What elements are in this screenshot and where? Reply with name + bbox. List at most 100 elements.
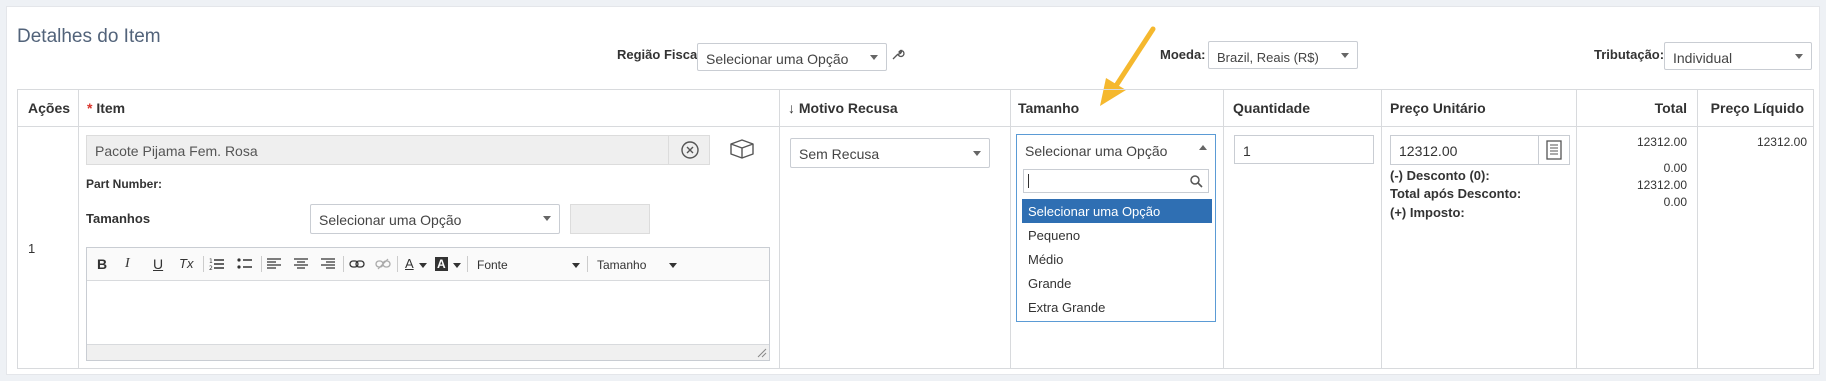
tamanho-dropdown[interactable]: Selecionar uma Opção Selecionar uma Opçã… <box>1016 134 1216 322</box>
tributacao-label: Tributação: <box>1594 47 1665 62</box>
toolbar-separator <box>343 256 344 272</box>
chevron-down-icon <box>870 55 878 60</box>
tamanho-option[interactable]: Pequeno <box>1022 223 1212 247</box>
tamanho-option[interactable]: Extra Grande <box>1022 295 1212 319</box>
wrench-icon[interactable] <box>891 47 905 61</box>
tamanhos-value: Selecionar uma Opção <box>319 212 462 228</box>
col-divider <box>1576 90 1577 368</box>
toolbar-separator <box>467 256 468 272</box>
col-quantidade: Quantidade <box>1233 100 1311 116</box>
align-center-icon[interactable] <box>294 258 308 270</box>
tamanho-option[interactable]: Selecionar uma Opção <box>1022 199 1212 223</box>
col-divider <box>1697 90 1698 368</box>
tamanho-current-value: Selecionar uma Opção <box>1025 143 1168 159</box>
required-asterisk: * <box>87 100 93 116</box>
resize-handle-icon[interactable] <box>757 348 767 358</box>
field-divider <box>668 135 669 165</box>
align-left-icon[interactable] <box>267 258 281 270</box>
header-divider <box>18 126 1813 127</box>
item-name-field[interactable]: Pacote Pijama Fem. Rosa <box>86 135 710 165</box>
regiao-fiscal-value: Selecionar uma Opção <box>706 51 849 67</box>
chevron-down-icon <box>973 151 981 156</box>
search-icon <box>1190 175 1203 188</box>
col-preco-unitario: Preço Unitário <box>1390 100 1486 116</box>
svg-text:2: 2 <box>209 265 213 271</box>
col-item: * Item <box>87 100 125 116</box>
total-apos-desconto-value: 12312.00 <box>1636 178 1687 192</box>
chevron-up-icon <box>1199 145 1207 150</box>
tributacao-value: Individual <box>1673 50 1733 66</box>
rich-text-editor[interactable]: B I U Tx 12 A A Fonte Tamanho <box>86 247 770 361</box>
col-motivo-recusa[interactable]: ↓ Motivo Recusa <box>788 100 898 116</box>
col-preco-liquido: Preço Líquido <box>1710 100 1804 116</box>
bg-color-button[interactable]: A <box>435 257 448 271</box>
imposto-value: 0.00 <box>1663 195 1687 209</box>
underline-button[interactable]: U <box>153 256 163 272</box>
bold-button[interactable]: B <box>97 256 107 272</box>
item-name-value: Pacote Pijama Fem. Rosa <box>95 143 258 159</box>
unlink-icon[interactable] <box>375 258 391 270</box>
italic-button[interactable]: I <box>125 256 130 272</box>
motivo-recusa-value: Sem Recusa <box>799 146 880 162</box>
clear-circle-icon[interactable] <box>680 140 700 160</box>
calculator-icon[interactable] <box>1545 140 1563 160</box>
bullet-list-icon[interactable] <box>237 257 253 271</box>
svg-text:1: 1 <box>209 258 213 265</box>
col-acoes: Ações <box>28 100 71 116</box>
quantidade-input[interactable]: 1 <box>1234 135 1374 164</box>
clear-format-button[interactable]: Tx <box>179 256 193 271</box>
chevron-down-icon <box>543 216 551 221</box>
regiao-fiscal-label: Região Fiscal: <box>617 47 706 62</box>
tamanhos-select[interactable]: Selecionar uma Opção <box>310 204 560 234</box>
align-right-icon[interactable] <box>321 258 335 270</box>
col-divider <box>1381 90 1382 368</box>
field-divider <box>1538 135 1539 165</box>
section-title: Detalhes do Item <box>17 26 161 47</box>
col-tamanho: Tamanho <box>1018 100 1080 116</box>
chevron-down-icon <box>1341 53 1349 58</box>
preco-unitario-value: 12312.00 <box>1399 143 1458 159</box>
row-index: 1 <box>28 241 36 256</box>
toolbar-separator <box>587 256 588 272</box>
regiao-fiscal-select[interactable]: Selecionar uma Opção <box>697 43 887 71</box>
font-color-button[interactable]: A <box>405 256 414 271</box>
desconto-label: (-) Desconto (0): <box>1390 168 1490 183</box>
total-apos-desconto-label: Total após Desconto: <box>1390 186 1522 201</box>
preco-unitario-input[interactable]: 12312.00 <box>1390 135 1570 165</box>
link-icon[interactable] <box>349 258 365 270</box>
col-divider <box>779 90 780 368</box>
sort-arrow-icon: ↓ <box>788 100 795 116</box>
ordered-list-icon[interactable]: 12 <box>209 257 225 271</box>
chevron-down-icon <box>1795 54 1803 59</box>
col-total: Total <box>1654 100 1687 116</box>
tamanhos-label: Tamanhos <box>86 211 151 226</box>
quantidade-value: 1 <box>1243 143 1251 159</box>
toolbar-separator <box>397 256 398 272</box>
toolbar-separator <box>203 256 204 272</box>
editor-toolbar: B I U Tx 12 A A Fonte Tamanho <box>87 248 769 281</box>
preco-liquido-value: 12312.00 <box>1756 135 1807 149</box>
tamanho-option[interactable]: Grande <box>1022 271 1212 295</box>
font-select[interactable]: Fonte <box>477 258 508 272</box>
tamanho-search-input[interactable] <box>1023 169 1209 193</box>
imposto-label: (+) Imposto: <box>1390 205 1465 220</box>
size-select[interactable]: Tamanho <box>597 258 646 272</box>
tributacao-select[interactable]: Individual <box>1664 42 1812 70</box>
moeda-label: Moeda: <box>1160 47 1206 62</box>
col-motivo-label: Motivo Recusa <box>798 100 898 116</box>
moeda-select[interactable]: Brazil, Reais (R$) <box>1208 41 1358 69</box>
col-divider <box>1010 90 1011 368</box>
chevron-down-icon <box>453 263 461 268</box>
package-box-icon[interactable] <box>728 138 756 160</box>
motivo-recusa-select[interactable]: Sem Recusa <box>790 138 990 168</box>
text-cursor <box>1028 174 1029 188</box>
toolbar-separator <box>261 256 262 272</box>
desconto-value: 0.00 <box>1663 161 1687 175</box>
chevron-down-icon <box>572 263 580 268</box>
part-number-label: Part Number: <box>86 177 163 191</box>
tamanhos-extra-field[interactable] <box>570 204 650 234</box>
tamanho-option[interactable]: Médio <box>1022 247 1212 271</box>
chevron-down-icon <box>419 263 427 268</box>
chevron-down-icon <box>669 263 677 268</box>
col-divider <box>78 90 79 368</box>
